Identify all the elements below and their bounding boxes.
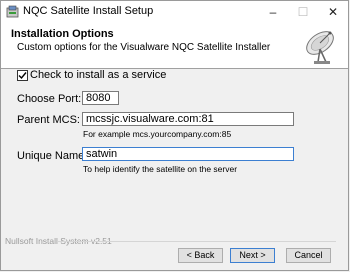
service-checkbox[interactable] — [17, 70, 28, 81]
installer-window: NQC Satellite Install Setup – ☐ ✕ Instal… — [0, 0, 349, 271]
cancel-button[interactable]: Cancel — [286, 248, 331, 263]
title-bar[interactable]: NQC Satellite Install Setup – ☐ ✕ — [1, 1, 348, 23]
minimize-button[interactable]: – — [258, 1, 288, 23]
next-button[interactable]: Next > — [230, 248, 275, 263]
back-button[interactable]: < Back — [178, 248, 223, 263]
page-title: Installation Options — [11, 28, 114, 40]
checkmark-icon — [18, 72, 27, 80]
installer-app-icon — [6, 5, 19, 18]
service-checkbox-label[interactable]: Check to install as a service — [30, 69, 166, 81]
footer-divider — [57, 241, 336, 242]
parent-mcs-label: Parent MCS: — [17, 114, 80, 126]
parent-mcs-hint: For example mcs.yourcompany.com:85 — [83, 129, 232, 139]
close-button[interactable]: ✕ — [318, 1, 348, 23]
port-input[interactable] — [82, 91, 119, 105]
page-header: Installation Options Custom options for … — [1, 23, 348, 69]
port-label: Choose Port: — [17, 93, 82, 105]
window-title: NQC Satellite Install Setup — [23, 5, 154, 17]
maximize-button[interactable]: ☐ — [288, 1, 318, 23]
unique-name-hint: To help identify the satellite on the se… — [83, 164, 238, 174]
unique-name-input[interactable] — [82, 147, 294, 161]
unique-name-label: Unique Name: — [17, 150, 88, 162]
page-subtitle: Custom options for the Visualware NQC Sa… — [17, 42, 271, 53]
satellite-dish-icon — [306, 31, 334, 64]
parent-mcs-input[interactable] — [82, 112, 294, 126]
